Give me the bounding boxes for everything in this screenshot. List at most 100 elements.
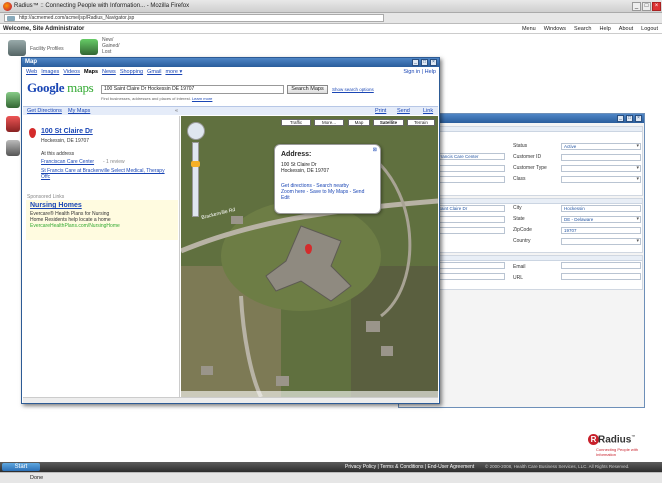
firefox-icon xyxy=(3,2,12,11)
send-link[interactable]: Send xyxy=(397,108,410,114)
search-maps-button[interactable]: Search Maps xyxy=(287,85,328,94)
customer-type-select[interactable] xyxy=(561,165,641,172)
menu-item-windows[interactable]: Windows xyxy=(544,26,566,32)
search-hint: Find businesses, addresses and places of… xyxy=(101,96,213,101)
zoom-slider[interactable] xyxy=(192,142,199,217)
text-field[interactable] xyxy=(435,176,505,183)
menu-item-help[interactable]: Help xyxy=(599,26,610,32)
city-field[interactable]: Hockessin xyxy=(561,205,641,212)
get-directions-link[interactable]: Get Directions xyxy=(27,108,62,114)
text-field[interactable] xyxy=(435,165,505,172)
place-link-st-francis[interactable]: St Francis Care at Brackenville Select M… xyxy=(41,168,171,180)
map-marker-icon xyxy=(29,128,36,138)
new-gained-lost-icon[interactable] xyxy=(80,39,98,55)
map-search-input[interactable]: 100 Saint Claire Dr Hockessin DE 19707 xyxy=(101,85,284,94)
result-title[interactable]: 100 St Claire Dr xyxy=(41,128,93,135)
nav-gmail[interactable]: Gmail xyxy=(147,69,161,75)
state-select[interactable]: DE - Delaware xyxy=(561,216,641,223)
country-select[interactable] xyxy=(561,238,641,245)
nav-news[interactable]: News xyxy=(102,69,116,75)
map-type-terrain[interactable]: Terrain xyxy=(407,119,435,126)
page-icon xyxy=(7,16,15,21)
print-link[interactable]: Print xyxy=(375,108,386,114)
text-field[interactable] xyxy=(435,273,505,280)
my-maps-link[interactable]: My Maps xyxy=(68,108,90,114)
status-text: Done xyxy=(30,475,44,481)
footer-links[interactable]: Privacy Policy | Terms & Conditions | En… xyxy=(345,464,474,470)
nav-web[interactable]: Web xyxy=(26,69,37,75)
text-field[interactable] xyxy=(435,227,505,234)
status-select[interactable]: Active xyxy=(561,143,641,150)
close-icon[interactable]: ⊠ xyxy=(373,147,377,153)
close-icon[interactable]: × xyxy=(652,2,661,11)
menu-item-logout[interactable]: Logout xyxy=(641,26,658,32)
map-type-satellite[interactable]: Satellite xyxy=(373,119,404,126)
app-menu: Menu Windows Search Help About Logout xyxy=(522,26,658,32)
desktop-app-icon[interactable] xyxy=(6,140,20,156)
nav-more[interactable]: more ▾ xyxy=(165,69,182,75)
ad-url[interactable]: EvercareHealthPlans.com/NursingHome xyxy=(30,223,120,229)
menu-item-menu[interactable]: Menu xyxy=(522,26,536,32)
zipcode-field[interactable]: 19707 xyxy=(561,227,641,234)
bubble-address: 100 St Claire Dr Hockessin, DE 19707 xyxy=(281,162,330,174)
desktop-app-icon[interactable] xyxy=(6,116,20,132)
class-label: Class xyxy=(513,176,526,182)
link-link[interactable]: Link xyxy=(423,108,433,114)
nav-shopping[interactable]: Shopping xyxy=(120,69,143,75)
url-label: URL xyxy=(513,275,524,281)
minimize-icon[interactable]: _ xyxy=(412,59,419,66)
url-input[interactable]: http://acmemed.com/acme/jsp/Radius_Navig… xyxy=(4,14,384,22)
close-icon[interactable]: × xyxy=(430,59,437,66)
minimize-icon[interactable]: _ xyxy=(632,2,641,11)
search-options-link[interactable]: Show search options xyxy=(332,87,374,92)
bubble-links[interactable]: Get directions - Search nearby Zoom here … xyxy=(281,183,364,201)
at-this-address-label: At this address xyxy=(41,151,75,157)
name-field[interactable]: Francis Care Center xyxy=(435,153,505,160)
toolbar-new-gained-lost[interactable]: New/ Gained/ Lost xyxy=(102,37,120,55)
radius-logo-word: Radius™ xyxy=(598,434,636,446)
pegman-icon[interactable] xyxy=(191,161,200,167)
google-maps-logo: Google maps xyxy=(27,80,94,95)
close-icon[interactable]: × xyxy=(635,115,642,122)
satellite-map[interactable]: Traffic More... Map Satellite Terrain Br… xyxy=(181,116,438,397)
collapse-icon[interactable]: « xyxy=(175,108,178,114)
facility-icon[interactable] xyxy=(8,40,26,56)
map-window-scrollbar[interactable] xyxy=(23,397,438,403)
place-link-franciscan[interactable]: Franciscan Care Center xyxy=(41,159,94,165)
map-window-title: Map xyxy=(25,59,37,65)
start-button[interactable]: Start xyxy=(2,463,40,471)
map-type-map[interactable]: Map xyxy=(348,119,370,126)
menu-item-search[interactable]: Search xyxy=(574,26,591,32)
radius-tagline: Connecting People with Information xyxy=(596,447,639,457)
street-field[interactable]: Saint Claire Dr xyxy=(435,205,505,212)
desktop-app-icon[interactable] xyxy=(6,92,20,108)
email-field[interactable] xyxy=(561,262,641,269)
map-type-traffic[interactable]: Traffic xyxy=(281,119,311,126)
browser-status-bar: Done xyxy=(0,472,662,483)
pan-control-icon[interactable] xyxy=(187,122,205,140)
maximize-icon[interactable]: □ xyxy=(626,115,633,122)
text-field[interactable] xyxy=(435,216,505,223)
review-count: - 1 review xyxy=(103,159,125,165)
customer-id-field[interactable] xyxy=(561,154,641,161)
url-field[interactable] xyxy=(561,273,641,280)
nav-maps[interactable]: Maps xyxy=(84,69,98,75)
app-header: Welcome, Site Administrator Menu Windows… xyxy=(0,24,662,34)
nav-videos[interactable]: Videos xyxy=(63,69,80,75)
map-window: Map _ □ × Web Images Videos Maps News Sh… xyxy=(21,57,440,404)
nav-images[interactable]: Images xyxy=(41,69,59,75)
maximize-icon[interactable]: □ xyxy=(421,59,428,66)
ad-title[interactable]: Nursing Homes xyxy=(30,202,82,209)
map-type-more[interactable]: More... xyxy=(314,119,344,126)
class-select[interactable] xyxy=(561,176,641,183)
text-field[interactable] xyxy=(435,262,505,269)
menu-item-about[interactable]: About xyxy=(619,26,633,32)
maximize-icon[interactable]: □ xyxy=(642,2,651,11)
minimize-icon[interactable]: _ xyxy=(617,115,624,122)
toolbar-facility-profiles[interactable]: Facility Profiles xyxy=(30,46,64,52)
results-pane: 100 St Claire Dr Hockessin, DE 19707 At … xyxy=(23,116,180,403)
url-bar: http://acmemed.com/acme/jsp/Radius_Navig… xyxy=(0,13,662,24)
bubble-title: Address: xyxy=(281,151,312,158)
signin-help-link[interactable]: Sign in | Help xyxy=(403,69,436,75)
customer-type-label: Customer Type xyxy=(513,165,547,171)
